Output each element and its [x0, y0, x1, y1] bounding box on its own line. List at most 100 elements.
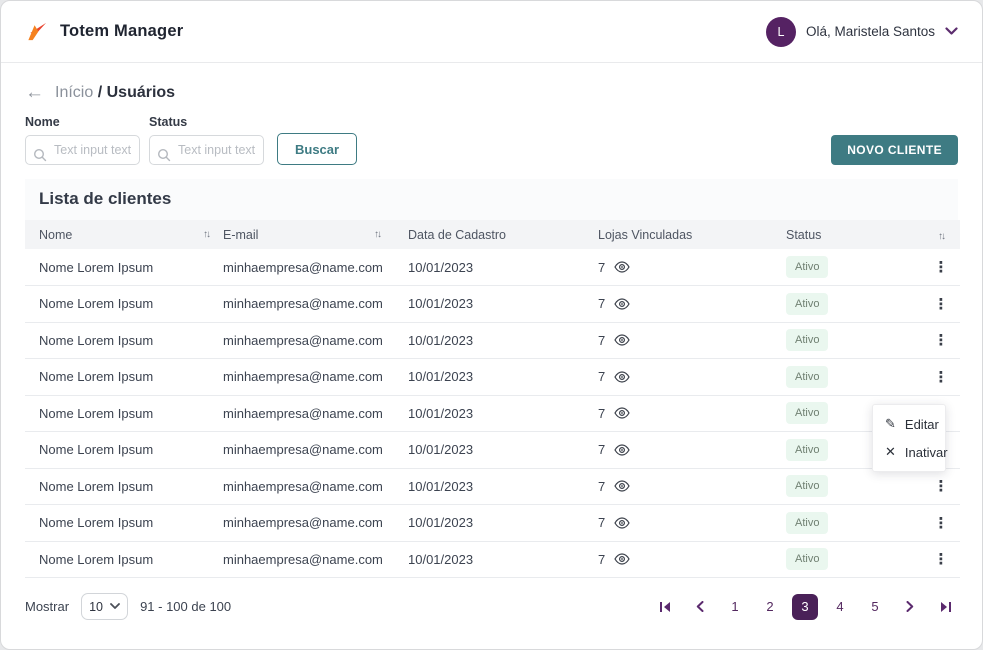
- eye-icon[interactable]: [614, 261, 630, 273]
- main-content: ← Início / Usuários Nome Status: [1, 83, 982, 578]
- chevron-left-icon: [696, 601, 704, 612]
- kebab-menu-button[interactable]: ⋮: [922, 477, 960, 495]
- cell-data: 10/01/2023: [408, 249, 598, 286]
- breadcrumb-current: Usuários: [107, 84, 175, 101]
- page-number[interactable]: 2: [757, 594, 783, 620]
- chevron-right-icon: [906, 601, 914, 612]
- user-greeting: Olá, Maristela Santos: [806, 24, 935, 39]
- back-arrow-icon[interactable]: ←: [25, 83, 44, 102]
- kebab-menu-button[interactable]: ⋮: [922, 331, 960, 349]
- cell-data: 10/01/2023: [408, 286, 598, 323]
- eye-icon[interactable]: [614, 553, 630, 565]
- chevron-down-icon: [945, 27, 958, 36]
- sort-icon[interactable]: ↑↓: [203, 229, 209, 240]
- client-table: Nome↑↓ E-mail↑↓ Data de Cadastro Lojas V…: [25, 220, 960, 578]
- menu-item-label: Editar: [905, 417, 939, 432]
- sort-icon[interactable]: ↑↓: [374, 229, 380, 240]
- next-page-button[interactable]: [897, 594, 923, 620]
- pencil-icon: ✎: [885, 416, 896, 432]
- cell-email: minhaempresa@name.com: [223, 322, 408, 359]
- table-row[interactable]: Nome Lorem Ipsum minhaempresa@name.com 1…: [25, 395, 960, 432]
- menu-item-label: Inativar: [905, 445, 948, 460]
- kebab-menu-button[interactable]: ⋮: [922, 258, 960, 276]
- table-row[interactable]: Nome Lorem Ipsum minhaempresa@name.com 1…: [25, 249, 960, 286]
- search-icon: [33, 148, 47, 167]
- page-number[interactable]: 3: [792, 594, 818, 620]
- column-header-status: Status: [786, 228, 821, 242]
- cell-nome: Nome Lorem Ipsum: [25, 322, 223, 359]
- last-page-icon: [939, 601, 952, 613]
- client-list-section: Lista de clientes Nome↑↓ E-mail↑↓ Data d…: [25, 179, 958, 578]
- page-size-select[interactable]: 10: [81, 593, 128, 620]
- cell-lojas-count: 7: [598, 442, 605, 457]
- row-context-menu: ✎ Editar ✕ Inativar: [872, 404, 946, 472]
- eye-icon[interactable]: [614, 334, 630, 346]
- cell-nome: Nome Lorem Ipsum: [25, 432, 223, 469]
- eye-icon[interactable]: [614, 444, 630, 456]
- cell-email: minhaempresa@name.com: [223, 395, 408, 432]
- page-number[interactable]: 5: [862, 594, 888, 620]
- last-page-button[interactable]: [932, 594, 958, 620]
- kebab-menu-button[interactable]: ⋮: [922, 368, 960, 386]
- eye-icon[interactable]: [614, 517, 630, 529]
- eye-icon[interactable]: [614, 371, 630, 383]
- cell-lojas-count: 7: [598, 515, 605, 530]
- cell-nome: Nome Lorem Ipsum: [25, 505, 223, 542]
- first-page-icon: [659, 601, 672, 613]
- page-size-value: 10: [89, 600, 103, 614]
- cell-data: 10/01/2023: [408, 395, 598, 432]
- menu-item-editar[interactable]: ✎ Editar: [873, 410, 945, 438]
- table-row[interactable]: Nome Lorem Ipsum minhaempresa@name.com 1…: [25, 468, 960, 505]
- search-icon: [157, 148, 171, 167]
- cell-nome: Nome Lorem Ipsum: [25, 395, 223, 432]
- status-badge: Ativo: [786, 402, 828, 424]
- x-icon: ✕: [885, 444, 896, 460]
- cell-nome: Nome Lorem Ipsum: [25, 359, 223, 396]
- pagination-range: 91 - 100 de 100: [140, 599, 231, 614]
- cell-data: 10/01/2023: [408, 468, 598, 505]
- status-badge: Ativo: [786, 293, 828, 315]
- status-badge: Ativo: [786, 512, 828, 534]
- novo-cliente-button[interactable]: NOVO CLIENTE: [831, 135, 958, 165]
- cell-data: 10/01/2023: [408, 322, 598, 359]
- cell-nome: Nome Lorem Ipsum: [25, 249, 223, 286]
- filters-bar: Nome Status Buscar NOVO CLIENTE: [25, 115, 958, 165]
- status-badge: Ativo: [786, 439, 828, 461]
- cell-email: minhaempresa@name.com: [223, 286, 408, 323]
- eye-icon[interactable]: [614, 480, 630, 492]
- menu-item-inativar[interactable]: ✕ Inativar: [873, 438, 945, 466]
- cell-lojas-count: 7: [598, 552, 605, 567]
- kebab-menu-button[interactable]: ⋮: [922, 514, 960, 532]
- breadcrumb-parent[interactable]: Início: [55, 84, 93, 101]
- eye-icon[interactable]: [614, 298, 630, 310]
- eye-icon[interactable]: [614, 407, 630, 419]
- buscar-button[interactable]: Buscar: [277, 133, 357, 165]
- table-row[interactable]: Nome Lorem Ipsum minhaempresa@name.com 1…: [25, 322, 960, 359]
- table-row[interactable]: Nome Lorem Ipsum minhaempresa@name.com 1…: [25, 286, 960, 323]
- app-window: Totem Manager L Olá, Maristela Santos ← …: [0, 0, 983, 650]
- cell-lojas-count: 7: [598, 369, 605, 384]
- table-row[interactable]: Nome Lorem Ipsum minhaempresa@name.com 1…: [25, 541, 960, 578]
- kebab-menu-button[interactable]: ⋮: [922, 295, 960, 313]
- cell-email: minhaempresa@name.com: [223, 541, 408, 578]
- cell-email: minhaempresa@name.com: [223, 359, 408, 396]
- cell-lojas-count: 7: [598, 406, 605, 421]
- table-row[interactable]: Nome Lorem Ipsum minhaempresa@name.com 1…: [25, 505, 960, 542]
- column-header-nome: Nome: [39, 228, 72, 242]
- user-menu[interactable]: L Olá, Maristela Santos: [766, 17, 958, 47]
- page-number[interactable]: 1: [722, 594, 748, 620]
- breadcrumb-separator: /: [98, 84, 102, 101]
- app-title: Totem Manager: [60, 22, 183, 41]
- table-row[interactable]: Nome Lorem Ipsum minhaempresa@name.com 1…: [25, 432, 960, 469]
- page-number[interactable]: 4: [827, 594, 853, 620]
- prev-page-button[interactable]: [687, 594, 713, 620]
- cell-nome: Nome Lorem Ipsum: [25, 286, 223, 323]
- column-header-lojas: Lojas Vinculadas: [598, 228, 692, 242]
- table-row[interactable]: Nome Lorem Ipsum minhaempresa@name.com 1…: [25, 359, 960, 396]
- brand: Totem Manager: [25, 20, 183, 43]
- cell-data: 10/01/2023: [408, 359, 598, 396]
- sort-icon[interactable]: ↑↓: [938, 231, 944, 242]
- status-badge: Ativo: [786, 548, 828, 570]
- kebab-menu-button[interactable]: ⋮: [922, 550, 960, 568]
- first-page-button[interactable]: [652, 594, 678, 620]
